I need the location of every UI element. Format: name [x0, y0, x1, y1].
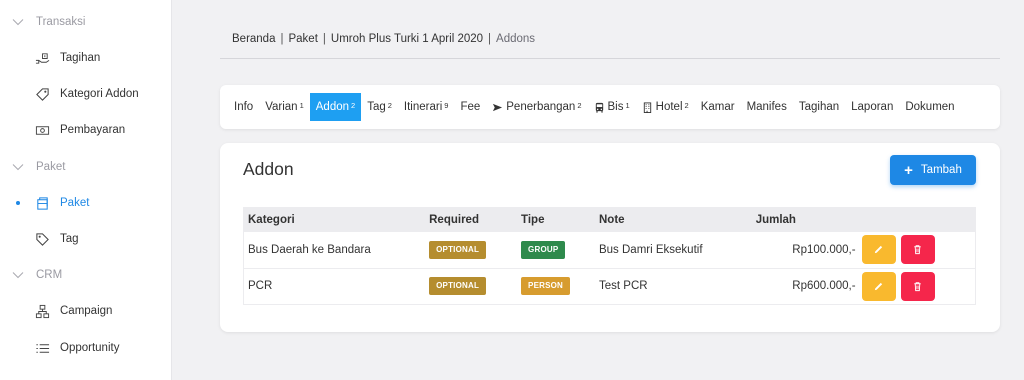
sidebar-item-tagihan[interactable]: Tagihan — [0, 46, 172, 70]
package-tabs: Info Varian 1 Addon 2 Tag 2 Itinerari 9 Fee … — [220, 85, 1000, 129]
cell-jumlah: Rp600.000,- — [751, 268, 860, 305]
tab-dokumen[interactable]: Dokumen — [899, 93, 960, 121]
breadcrumb-separator: | — [280, 33, 284, 45]
add-addon-button[interactable]: + Tambah — [890, 155, 976, 185]
plane-icon — [492, 102, 503, 113]
list-icon — [34, 340, 50, 356]
tab-addon[interactable]: Addon 2 — [309, 93, 362, 121]
breadcrumb-beranda[interactable]: Beranda — [232, 33, 275, 45]
tab-penerbangan[interactable]: Penerbangan 2 — [486, 93, 587, 121]
sidebar-item-opportunity[interactable]: Opportunity — [0, 336, 172, 360]
pencil-icon — [874, 246, 883, 254]
breadcrumb-package-name[interactable]: Umroh Plus Turki 1 April 2020 — [331, 33, 483, 45]
divider — [220, 58, 1000, 59]
chevron-down-icon — [6, 16, 30, 28]
trash-icon — [914, 281, 921, 291]
breadcrumb-separator: | — [488, 33, 492, 45]
chevron-down-icon — [6, 269, 30, 281]
breadcrumb: Beranda | Paket | Umroh Plus Turki 1 Apr… — [232, 33, 535, 45]
required-badge: OPTIONAL — [429, 240, 487, 259]
cell-note: Test PCR — [594, 268, 752, 305]
card-title: Addon — [243, 159, 294, 179]
pencil-icon — [874, 282, 883, 290]
bus-icon — [594, 102, 605, 113]
breadcrumb-current: Addons — [496, 33, 536, 45]
type-badge: PERSON — [521, 277, 571, 295]
active-indicator — [16, 201, 20, 205]
tab-manifes[interactable]: Manifes — [741, 93, 793, 121]
tab-laporan[interactable]: Laporan — [845, 93, 899, 121]
tab-varian[interactable]: Varian 1 — [259, 93, 310, 121]
cell-jumlah: Rp100.000,- — [751, 232, 860, 269]
tab-count: 2 — [351, 100, 356, 110]
tag-icon — [34, 86, 50, 102]
column-header-note: Note — [594, 207, 752, 232]
type-badge: GROUP — [521, 240, 566, 259]
tab-kamar[interactable]: Kamar — [695, 93, 741, 121]
column-header-actions — [859, 207, 976, 232]
edit-button[interactable] — [861, 271, 896, 301]
cell-kategori: Bus Daerah ke Bandara — [243, 232, 426, 269]
delete-button[interactable] — [900, 235, 935, 265]
tab-tag[interactable]: Tag 2 — [361, 93, 398, 121]
sidebar-item-pembayaran[interactable]: Pembayaran — [0, 118, 172, 142]
delete-button[interactable] — [900, 271, 935, 301]
column-header-required: Required — [425, 207, 518, 232]
hand-money-icon — [34, 50, 50, 66]
tab-hotel[interactable]: Hotel 2 — [636, 93, 695, 121]
tab-count: 1 — [625, 100, 630, 110]
sitemap-icon — [34, 303, 50, 319]
sidebar-section-paket[interactable]: Paket — [0, 157, 65, 177]
plus-icon: + — [904, 161, 913, 179]
package-icon — [34, 195, 50, 211]
tab-tagihan[interactable]: Tagihan — [793, 93, 845, 121]
tab-count: 9 — [444, 100, 449, 110]
table-row: PCR OPTIONAL PERSON Test PCR Rp600.000,- — [243, 268, 976, 305]
breadcrumb-separator: | — [322, 33, 326, 45]
sidebar-section-transaksi[interactable]: Transaksi — [0, 12, 85, 32]
sidebar-section-crm[interactable]: CRM — [0, 265, 62, 285]
tab-itinerari[interactable]: Itinerari 9 — [398, 93, 455, 121]
tab-count: 1 — [299, 100, 304, 110]
building-icon — [642, 101, 653, 113]
sidebar-item-campaign[interactable]: Campaign — [0, 299, 172, 323]
table-row: Bus Daerah ke Bandara OPTIONAL GROUP Bus… — [243, 232, 976, 269]
sidebar: Transaksi Tagihan Kategori Addon Pembaya… — [0, 0, 172, 380]
sidebar-item-kategori-addon[interactable]: Kategori Addon — [0, 82, 172, 106]
sidebar-item-paket[interactable]: Paket — [0, 191, 172, 215]
cell-kategori: PCR — [243, 268, 426, 305]
column-header-jumlah: Jumlah — [751, 207, 860, 232]
column-header-kategori: Kategori — [243, 207, 426, 232]
tab-info[interactable]: Info — [228, 93, 259, 121]
sidebar-item-tag[interactable]: Tag — [0, 227, 172, 251]
table-header-row: Kategori Required Tipe Note Jumlah — [243, 207, 976, 232]
tab-count: 2 — [577, 100, 582, 110]
tab-count: 2 — [684, 100, 689, 110]
required-badge: OPTIONAL — [429, 277, 487, 295]
cell-note: Bus Damri Eksekutif — [594, 232, 752, 269]
tab-fee[interactable]: Fee — [454, 93, 486, 121]
tab-count: 2 — [387, 100, 392, 110]
tab-bis[interactable]: Bis 1 — [588, 93, 636, 121]
column-header-tipe: Tipe — [517, 207, 595, 232]
addon-table: Kategori Required Tipe Note Jumlah Bus D… — [243, 207, 976, 305]
edit-button[interactable] — [861, 235, 896, 265]
breadcrumb-paket[interactable]: Paket — [288, 33, 317, 45]
trash-icon — [914, 245, 921, 255]
chevron-down-icon — [6, 161, 30, 173]
cash-icon — [34, 122, 50, 138]
addon-card: Addon + Tambah Kategori Required Tipe No… — [220, 143, 1000, 332]
tag-icon — [34, 231, 50, 247]
